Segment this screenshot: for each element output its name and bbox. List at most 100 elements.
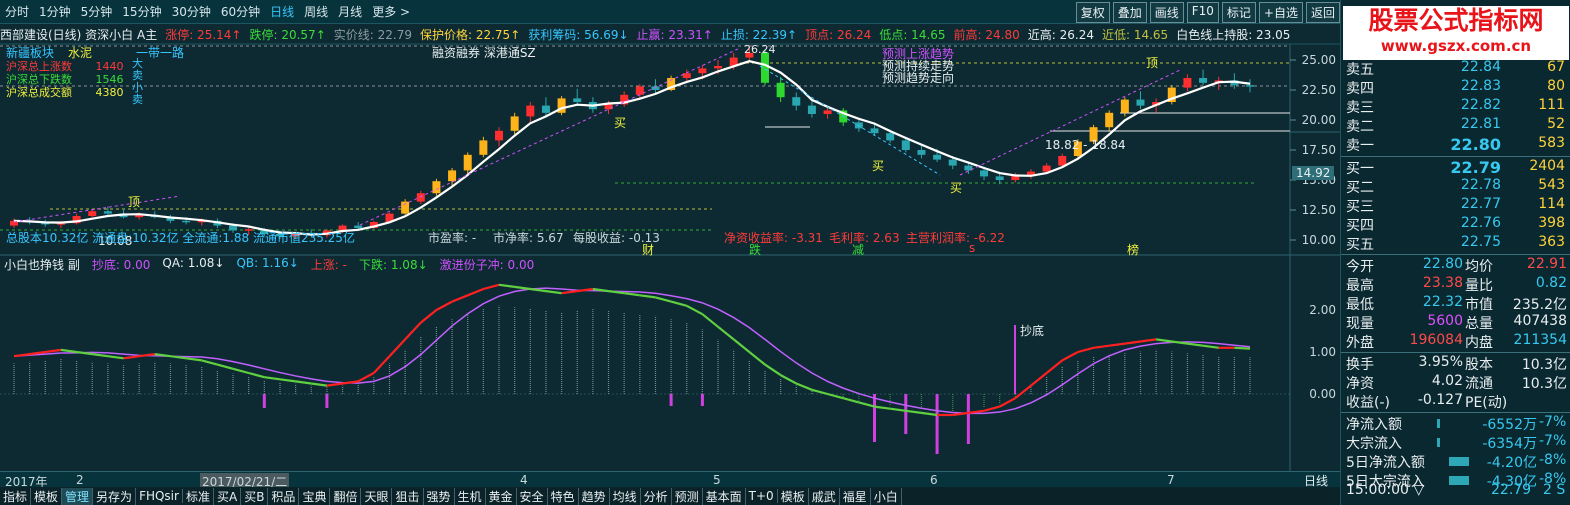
bottom-tab-3[interactable]: 另存为 [93,487,137,505]
mark-die: 跌 [749,243,762,257]
osc-main-seg-28 [435,300,453,311]
candle-body-5 [88,211,97,216]
stat-cell: 235.2亿 [1512,297,1567,313]
oscillator-series [13,283,1251,454]
buy-label-1: 买 [614,116,627,130]
bottom-tab-17[interactable]: 特色 [548,487,579,505]
stat-cell: 211354 [1513,332,1567,348]
price-tick-label-3: 17.50 [1302,143,1336,157]
bottom-tab-20[interactable]: 分析 [641,487,672,505]
bottom-tab-0[interactable]: 指标 [0,487,32,505]
bottom-tab-2[interactable]: 管理 [62,487,94,505]
bottom-tab-21[interactable]: 预测 [672,487,703,505]
bottom-tab-24[interactable]: 模板 [778,487,809,505]
last-trade-time: 15:00:00 ▽ [1346,482,1425,498]
oscillator-info-line: 小白也挣钱 副抄底: 0.00 QA: 1.08↓ QB: 1.16↓ 上涨: - 下跌… [4,256,546,273]
mark-bang: 榜 [1127,243,1140,257]
bid-label: 买一 [1346,161,1374,177]
bottom-tab-25[interactable]: 戚武 [809,487,840,505]
stat2-cell: 换手 [1346,357,1374,373]
ask-row-2[interactable]: 卖三 22.82 111 [1341,97,1570,116]
osc-main-seg-67 [1045,359,1063,374]
candle-body-29 [463,154,472,171]
pe-label: 市盈率: - [428,231,477,245]
osc-tick-label-2: 0.00 [1309,387,1336,401]
bottom-tab-14[interactable]: 生机 [455,487,486,505]
flow-percent: -8% [1539,452,1567,468]
bid-row-4[interactable]: 买五 22.75 363 [1341,234,1570,253]
price-tick-label-1: 22.50 [1302,83,1336,97]
bottom-tab-19[interactable]: 均线 [610,487,641,505]
osc-main-seg-55 [858,401,875,408]
ask-price: 22.83 [1460,78,1501,94]
bottom-tab-9[interactable]: 宝典 [299,487,331,505]
candle-body-76 [1199,78,1208,83]
bottom-tab-4[interactable]: FHQsir [136,489,183,503]
flow-separator [1341,412,1570,413]
range-label: 18.82 - 18.84 [1045,138,1126,152]
ask-row-3[interactable]: 卖二 22.81 52 [1341,116,1570,135]
bid-row-2[interactable]: 买三 22.77 114 [1341,196,1570,215]
osc-main-seg-16 [248,371,265,379]
stat-cell: 23.38 [1422,275,1463,291]
ask-row-1[interactable]: 卖四 22.83 80 [1341,78,1570,97]
ask-volume: 583 [1538,135,1565,151]
candle-body-66 [1042,165,1051,172]
bottom-tab-13[interactable]: 强势 [424,487,455,505]
trend-line-2 [359,47,741,226]
bottom-tab-5[interactable]: 标准 [183,487,214,505]
candle-body-62 [980,170,989,177]
bottom-tab-22[interactable]: 基本面 [703,487,746,505]
osc-main-seg-65 [1014,384,1032,400]
bottom-tab-10[interactable]: 翻倍 [330,487,362,505]
logo-title: 股票公式指标网 [1368,6,1544,35]
bid-row-3[interactable]: 买四 22.76 398 [1341,215,1570,234]
osc-main-seg-8 [123,355,140,360]
bottom-tab-27[interactable]: 小白 [871,487,902,505]
bottom-tab-18[interactable]: 趋势 [579,487,610,505]
osc-main-seg-27 [420,309,438,324]
stat2-row-0: 换手 3.95% 股本 10.3亿 [1341,354,1570,373]
osc-main-seg-26 [404,321,422,341]
osc-info-item-3: QB: 1.16↓ [236,256,299,270]
bottom-tab-23[interactable]: T+0 [746,489,778,503]
osc-main-seg-7 [107,355,124,360]
osc-main-seg-24 [373,355,391,374]
stat2-cell: -0.127 [1417,392,1463,408]
bottom-tab-16[interactable]: 安全 [517,487,548,505]
bottom-tab-7[interactable]: 买B [241,487,269,505]
bottom-tab-26[interactable]: 福星 [840,487,871,505]
stat-cell: 最高 [1346,278,1374,294]
osc-info-item-2: QA: 1.08↓ [162,256,225,270]
osc-main-seg-13 [201,359,218,366]
bid-row-0[interactable]: 买一 22.79 2404 [1341,158,1570,177]
bottom-tab-12[interactable]: 狙击 [392,487,424,505]
osc-info-item-5: 下跌: 1.08↓ [359,258,428,272]
osc-main-seg-14 [217,363,234,370]
time-axis-label-3: 4 [520,473,528,487]
bid-volume: 2404 [1529,158,1565,174]
bid-price: 22.75 [1460,234,1501,250]
ask-row-0[interactable]: 卖五 22.84 67 [1341,59,1570,78]
top-label-1: 顶 [128,195,141,209]
stat2-cell: 股本 [1465,357,1493,373]
osc-main-seg-53 [827,392,844,400]
osc-main-seg-23 [357,372,375,383]
osc-main-seg-48 [748,351,766,366]
stat2-cell: 净资 [1346,376,1374,392]
bottom-tab-1[interactable]: 模板 [31,487,63,505]
bid-row-1[interactable]: 买二 22.78 543 [1341,177,1570,196]
bottom-tab-11[interactable]: 天眼 [361,487,393,505]
osc-main-seg-59 [921,411,938,417]
margin-label: 主营利润率: -6.22 [906,231,1005,245]
bottom-tab-8[interactable]: 积品 [268,487,300,505]
ask-row-4[interactable]: 卖一 22.80 583 [1341,135,1570,154]
bottom-tab-15[interactable]: 黄金 [486,487,517,505]
osc-main-seg-41 [639,294,656,299]
bottom-tab-6[interactable]: 买A [214,487,242,505]
candle-body-31 [495,130,504,141]
bid-volume: 114 [1538,196,1565,212]
osc-main-seg-36 [561,290,578,295]
candle-body-79 [1246,85,1254,87]
osc-main-seg-34 [530,287,547,293]
